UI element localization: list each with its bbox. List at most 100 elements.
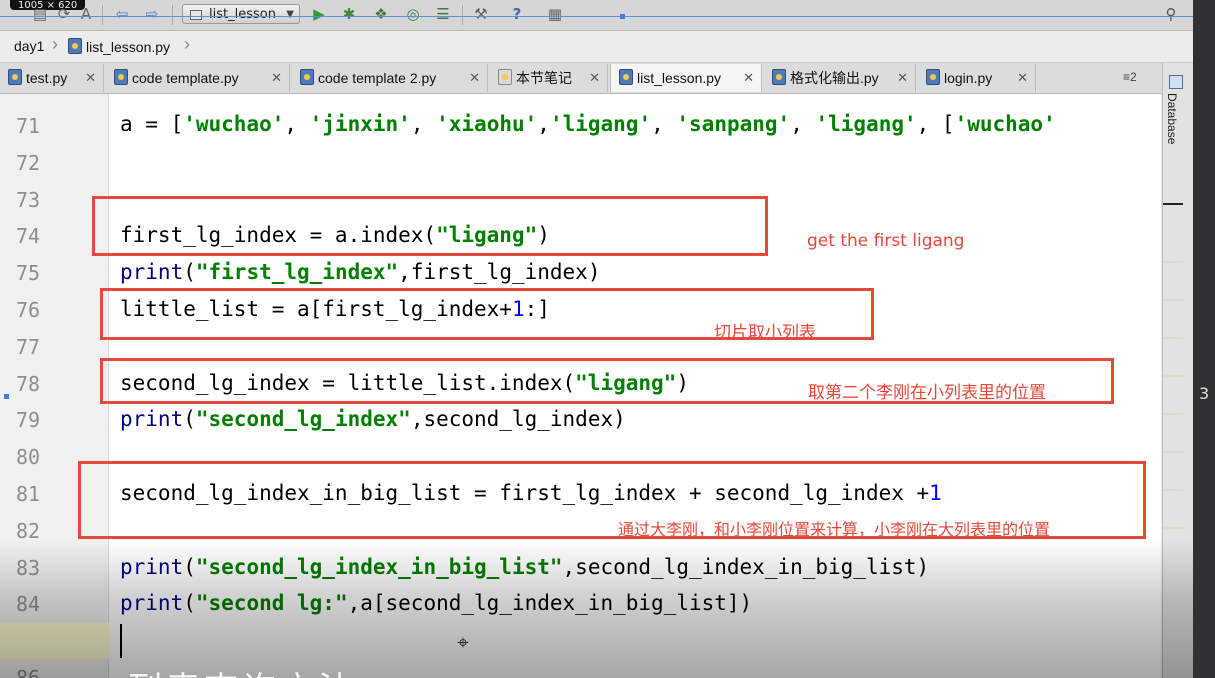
python-file-icon (114, 69, 128, 85)
line-number: 77 (16, 335, 41, 359)
code-line-79: print("second_lg_index",second_lg_index) (120, 407, 626, 431)
code-line-71: a = ['wuchao', 'jinxin', 'xiaohu','ligan… (120, 112, 1056, 136)
chevron-down-icon: ▼ (286, 9, 294, 20)
close-icon[interactable]: ✕ (897, 64, 908, 92)
save-icon[interactable]: ▤ (30, 4, 50, 24)
toolbar-separator (172, 5, 173, 25)
database-tool-tab[interactable]: Database (1165, 93, 1179, 144)
tab-notes[interactable]: 本节笔记 ✕ (490, 64, 608, 92)
caret-position-marker (1163, 203, 1183, 205)
run-configuration-label: list_lesson (209, 7, 276, 22)
python-file-icon (926, 69, 940, 85)
debug-icon[interactable]: ✱ (338, 4, 360, 24)
text-caret (120, 624, 122, 658)
tab-test-py[interactable]: test.py ✕ (0, 64, 104, 92)
selection-guide-line (0, 16, 1193, 17)
annotation-text-1: get the first ligang (807, 231, 965, 251)
video-subtitle: 列表查询方法 (128, 662, 356, 678)
python-file-icon (619, 69, 633, 85)
line-number: 84 (16, 592, 41, 616)
close-icon[interactable]: ✕ (271, 64, 282, 92)
tab-label: code template.py (132, 70, 239, 86)
breadcrumb: day1 › list_lesson.py › (0, 31, 1193, 63)
warning-marker (1163, 261, 1183, 263)
profile-icon[interactable]: ◎ (402, 4, 424, 24)
help-icon[interactable]: ? (508, 4, 526, 24)
breadcrumb-separator-icon: › (52, 34, 58, 54)
search-icon[interactable]: ⚲ (1160, 4, 1182, 24)
line-number: 79 (16, 408, 41, 432)
line-number: 78 (16, 372, 41, 396)
tab-overflow-button[interactable]: ≡2 (1123, 70, 1137, 84)
python-file-icon (772, 69, 786, 85)
python-file-icon (68, 38, 82, 54)
close-icon[interactable]: ✕ (743, 64, 754, 92)
tab-label: login.py (944, 70, 993, 86)
warning-marker (1163, 413, 1183, 415)
tab-code-template-py[interactable]: code template.py ✕ (106, 64, 290, 92)
breadcrumb-separator-icon: › (184, 34, 190, 54)
line-number: 74 (16, 224, 41, 248)
line-number: 80 (16, 445, 41, 469)
warning-marker (1163, 489, 1183, 491)
tab-format-output-py[interactable]: 格式化输出.py ✕ (764, 64, 916, 92)
outer-desktop-edge: 3 (1193, 0, 1215, 678)
annotation-text-3: 取第二个李刚在小列表里的位置 (808, 383, 1046, 403)
close-icon[interactable]: ✕ (589, 64, 600, 92)
ide-window: 1005 × 620 ▤ ⟳ A ⇦ ⇨ list_lesson ▼ ▶ ✱ ❖… (0, 0, 1193, 678)
breadcrumb-file[interactable]: list_lesson.py (68, 38, 170, 55)
line-number: 81 (16, 482, 41, 506)
line-number: 71 (16, 114, 41, 138)
coverage-icon[interactable]: ❖ (370, 4, 392, 24)
python-file-icon (8, 69, 22, 85)
line-number: 83 (16, 556, 41, 580)
line-number: 76 (16, 298, 41, 322)
undo-icon[interactable]: A (76, 4, 96, 24)
crosshair-cursor-icon: ⌖ (457, 630, 469, 654)
code-line-75: print("first_lg_index",first_lg_index) (120, 260, 601, 284)
forward-arrow-icon[interactable]: ⇨ (142, 4, 162, 24)
sync-icon[interactable]: ⟳ (54, 4, 74, 24)
database-icon[interactable] (1169, 75, 1183, 89)
close-icon[interactable]: ✕ (85, 64, 96, 92)
annotation-text-4: 通过大李刚，和小李刚位置来计算，小李刚在大列表里的位置 (618, 520, 1051, 539)
settings-wrench-icon[interactable]: ⚒ (470, 4, 492, 24)
python-config-icon (190, 10, 202, 20)
tab-label: 本节笔记 (516, 70, 572, 86)
resize-handle-left[interactable] (4, 394, 9, 399)
warning-marker (1163, 375, 1183, 377)
line-number-gutter: 71 72 73 74 75 76 77 78 79 80 81 82 83 8… (0, 94, 109, 678)
side-number: 3 (1199, 384, 1210, 403)
python-file-icon (300, 69, 314, 85)
breadcrumb-project[interactable]: day1 (14, 38, 44, 54)
tab-code-template-2-py[interactable]: code template 2.py ✕ (292, 64, 488, 92)
tab-label: list_lesson.py (637, 70, 722, 86)
close-icon[interactable]: ✕ (1017, 64, 1028, 92)
resize-handle-top[interactable] (620, 14, 625, 19)
annotation-text-2: 切片取小列表 (714, 323, 816, 343)
warning-marker (1163, 337, 1183, 339)
code-line-84: print("second lg:",a[second_lg_index_in_… (120, 591, 753, 615)
run-icon[interactable]: ▶ (308, 4, 330, 24)
tab-list-lesson-py[interactable]: list_lesson.py ✕ (610, 64, 762, 92)
right-tool-strip: Database (1162, 63, 1193, 678)
tab-login-py[interactable]: login.py ✕ (918, 64, 1036, 92)
warning-marker (1163, 527, 1183, 529)
editor-tab-bar: test.py ✕ code template.py ✕ code template… (0, 63, 1162, 94)
tab-label: test.py (26, 70, 68, 86)
line-number: 82 (16, 519, 41, 543)
toolbar-separator (102, 5, 103, 25)
code-line-83: print("second_lg_index_in_big_list",seco… (120, 555, 930, 579)
database-icon[interactable]: ▦ (546, 4, 564, 24)
warning-marker (1163, 299, 1183, 301)
line-number: 73 (16, 188, 41, 212)
warning-marker (1163, 451, 1183, 453)
line-number: 72 (16, 151, 41, 175)
run-configuration-select[interactable]: list_lesson ▼ (182, 4, 300, 24)
concurrency-icon[interactable]: ☰ (432, 4, 454, 24)
close-icon[interactable]: ✕ (469, 64, 480, 92)
tab-label: 格式化输出.py (790, 70, 879, 86)
toolbar-separator (462, 5, 463, 25)
tab-label: code template 2.py (318, 70, 437, 86)
back-arrow-icon[interactable]: ⇦ (112, 4, 132, 24)
